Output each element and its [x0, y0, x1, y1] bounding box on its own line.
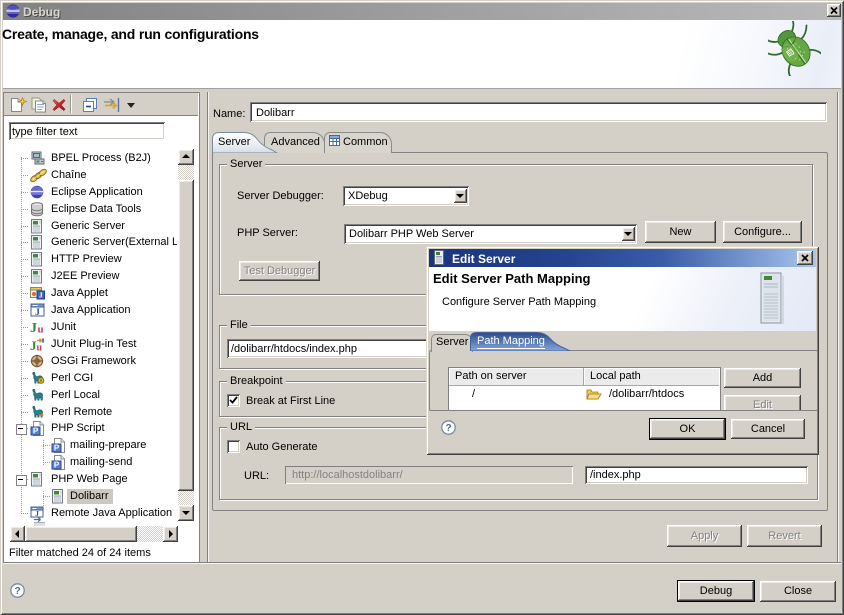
svg-text:P: P — [54, 444, 60, 453]
svg-text:?: ? — [14, 586, 20, 597]
svg-text:J: J — [39, 291, 43, 300]
svg-text:J: J — [35, 509, 39, 518]
svg-text:?: ? — [445, 423, 451, 434]
svg-text:P: P — [33, 427, 39, 436]
svg-text:u: u — [37, 343, 43, 353]
svg-text:u: u — [38, 324, 44, 336]
svg-text:J: J — [35, 308, 40, 317]
svg-text:P: P — [54, 461, 60, 470]
svg-text:J: J — [30, 321, 37, 335]
